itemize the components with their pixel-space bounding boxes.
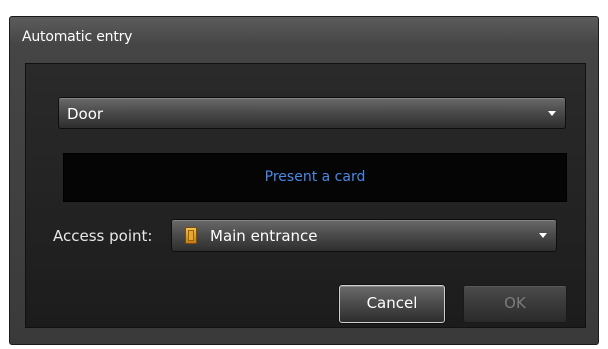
ok-button[interactable]: OK xyxy=(463,285,567,323)
access-point-label: Access point: xyxy=(53,227,153,245)
door-icon xyxy=(185,227,197,244)
door-type-select[interactable]: Door xyxy=(58,97,566,129)
chevron-down-icon xyxy=(539,233,547,238)
dialog-content-panel: Door Present a card Access point: Main e… xyxy=(25,63,586,328)
access-point-value: Main entrance xyxy=(210,227,318,245)
card-prompt-text: Present a card xyxy=(264,169,366,185)
door-type-value: Door xyxy=(67,105,104,123)
automatic-entry-dialog: Automatic entry Door Present a card Acce… xyxy=(9,16,599,345)
access-point-select[interactable]: Main entrance xyxy=(171,219,557,252)
chevron-down-icon xyxy=(548,111,556,116)
dialog-title: Automatic entry xyxy=(22,29,133,45)
card-prompt-area: Present a card xyxy=(63,153,567,202)
cancel-button[interactable]: Cancel xyxy=(339,285,445,323)
